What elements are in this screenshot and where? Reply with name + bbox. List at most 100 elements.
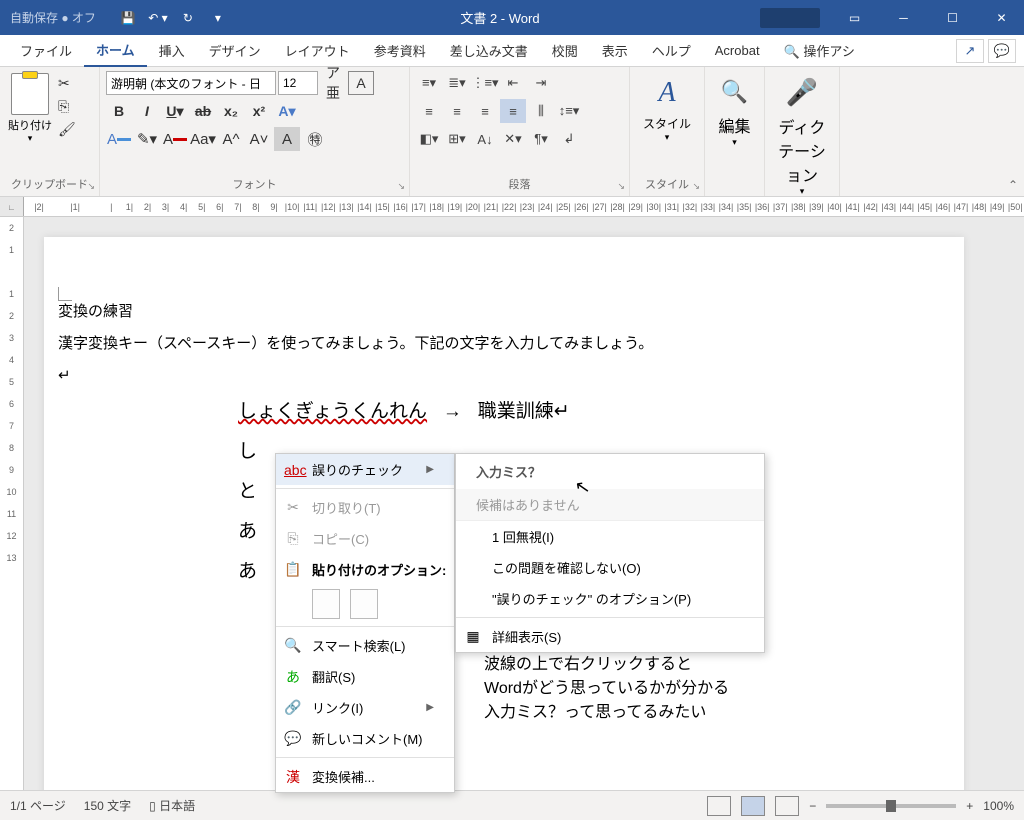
change-case-button[interactable]: Aa▾ — [190, 127, 216, 151]
tab-file[interactable]: ファイル — [8, 35, 84, 66]
minimize-button[interactable]: ─ — [881, 0, 926, 35]
tab-references[interactable]: 参考資料 — [362, 35, 438, 66]
asian-layout-button[interactable]: ✕▾ — [500, 127, 526, 151]
menu-smart-lookup[interactable]: 🔍 スマート検索(L) — [276, 630, 454, 661]
multilevel-list-button[interactable]: ⋮≡▾ — [472, 71, 498, 95]
dialog-launcher-icon[interactable]: ↘ — [87, 181, 95, 192]
align-center-button[interactable]: ≡ — [444, 99, 470, 123]
zoom-percent[interactable]: 100% — [983, 799, 1014, 813]
show-marks-button[interactable]: ¶▾ — [528, 127, 554, 151]
print-layout-button[interactable] — [741, 796, 765, 816]
menu-reconvert[interactable]: 漢 変換候補... — [276, 761, 454, 792]
close-button[interactable]: ✕ — [979, 0, 1024, 35]
tab-design[interactable]: デザイン — [197, 35, 273, 66]
font-color-button[interactable]: A — [162, 127, 188, 151]
menu-dont-check[interactable]: この問題を確認しない(O) — [456, 552, 764, 583]
highlight-color-button[interactable]: A — [106, 127, 132, 151]
dictate-label[interactable]: ディクテーション — [771, 114, 833, 186]
zoom-out-button[interactable]: − — [809, 799, 816, 813]
user-account[interactable] — [760, 8, 820, 28]
underline-button[interactable]: U ▾ — [162, 99, 188, 123]
shading-button[interactable]: ◧▾ — [416, 127, 442, 151]
line-spacing-button[interactable]: ↕≡▾ — [556, 99, 582, 123]
editing-label[interactable]: 編集 — [711, 113, 758, 137]
zoom-slider[interactable] — [826, 804, 956, 808]
menu-copy[interactable]: ⎘ コピー(C) — [276, 523, 454, 554]
comments-icon[interactable]: 💬 — [988, 39, 1016, 63]
find-icon[interactable]: 🔍 — [711, 79, 758, 105]
tab-home[interactable]: ホーム — [84, 34, 147, 68]
dialog-launcher-icon[interactable]: ↘ — [397, 181, 405, 192]
enclose-char-button[interactable]: ㊕ — [302, 127, 328, 151]
tell-me-search[interactable]: 🔍 操作アシ — [772, 35, 867, 66]
align-left-button[interactable]: ≡ — [416, 99, 442, 123]
character-shading-button[interactable]: A — [274, 127, 300, 151]
redo-icon[interactable]: ↻ — [174, 4, 202, 32]
styles-icon[interactable]: A — [636, 77, 698, 109]
pilcrow-button[interactable]: ↲ — [556, 127, 582, 151]
share-icon[interactable]: ↗ — [956, 39, 984, 63]
menu-spellcheck-options[interactable]: "誤りのチェック" のオプション(P) — [456, 583, 764, 614]
bold-button[interactable]: B — [106, 99, 132, 123]
distributed-button[interactable]: ⫼ — [528, 99, 554, 123]
justify-button[interactable]: ≡ — [500, 99, 526, 123]
menu-translate[interactable]: あ 翻訳(S) — [276, 661, 454, 692]
sort-button[interactable]: A↓ — [472, 127, 498, 151]
font-name-combo[interactable] — [106, 71, 276, 95]
italic-button[interactable]: I — [134, 99, 160, 123]
microphone-icon[interactable]: 🎤 — [771, 77, 833, 108]
status-page[interactable]: 1/1 ページ — [10, 797, 66, 814]
qat-more-icon[interactable]: ▾ — [204, 4, 232, 32]
undo-icon[interactable]: ↶ ▾ — [144, 4, 172, 32]
tab-insert[interactable]: 挿入 — [147, 35, 197, 66]
dialog-launcher-icon[interactable]: ↘ — [617, 181, 625, 192]
autosave-toggle[interactable]: 自動保存 ● オフ — [0, 9, 106, 26]
collapse-ribbon-icon[interactable]: ⌃ — [1008, 178, 1018, 192]
shrink-font-button[interactable]: A˅ — [246, 127, 272, 151]
styles-label[interactable]: スタイル — [636, 115, 698, 132]
decrease-indent-button[interactable]: ⇤ — [500, 71, 526, 95]
menu-detail-view[interactable]: ▦ 詳細表示(S) — [456, 621, 764, 652]
web-layout-button[interactable] — [775, 796, 799, 816]
copy-icon[interactable]: ⎘ — [58, 98, 76, 115]
doc-line-2[interactable]: 漢字変換キー（スペースキー）を使ってみましょう。下記の文字を入力してみましょう。 — [58, 329, 914, 359]
menu-link[interactable]: 🔗 リンク(I)▶ — [276, 692, 454, 723]
numbering-button[interactable]: ≣▾ — [444, 71, 470, 95]
wavy-underline-text[interactable]: しょくぎょうくんれん — [238, 401, 427, 422]
font-size-combo[interactable] — [278, 71, 318, 95]
font-fill-button[interactable]: ✎▾ — [134, 127, 160, 151]
increase-indent-button[interactable]: ⇥ — [528, 71, 554, 95]
grow-font-button[interactable]: A^ — [218, 127, 244, 151]
status-language[interactable]: ▯ 日本語 — [149, 797, 195, 814]
read-mode-button[interactable] — [707, 796, 731, 816]
doc-line-1[interactable]: 変換の練習 — [58, 297, 914, 327]
phonetic-guide-icon[interactable]: ア亜 — [320, 71, 346, 95]
maximize-button[interactable]: ☐ — [930, 0, 975, 35]
status-word-count[interactable]: 150 文字 — [84, 797, 131, 814]
menu-new-comment[interactable]: 💬 新しいコメント(M) — [276, 723, 454, 754]
borders-button[interactable]: ⊞▾ — [444, 127, 470, 151]
align-right-button[interactable]: ≡ — [472, 99, 498, 123]
format-painter-icon[interactable]: 🖌 — [58, 121, 76, 138]
ribbon-display-icon[interactable]: ▭ — [832, 0, 877, 35]
tab-mailings[interactable]: 差し込み文書 — [438, 35, 540, 66]
menu-spellcheck[interactable]: abc 誤りのチェック▶ — [276, 454, 454, 485]
cut-icon[interactable]: ✂ — [58, 75, 76, 92]
horizontal-ruler[interactable]: ∟ |2||1||1|2|3|4|5|6|7|8|9||10||11||12||… — [0, 197, 1024, 217]
tab-review[interactable]: 校閲 — [540, 35, 590, 66]
text-effects-button[interactable]: A▾ — [274, 99, 300, 123]
paste-keep-source-icon[interactable] — [312, 589, 340, 619]
subscript-button[interactable]: x₂ — [218, 99, 244, 123]
save-icon[interactable]: 💾 — [114, 4, 142, 32]
menu-cut[interactable]: ✂ 切り取り(T) — [276, 492, 454, 523]
vertical-ruler[interactable]: 2112345678910111213 — [0, 217, 24, 790]
paste-button[interactable]: 貼り付け ▾ — [6, 71, 54, 171]
bullets-button[interactable]: ≡▾ — [416, 71, 442, 95]
dialog-launcher-icon[interactable]: ↘ — [692, 181, 700, 192]
strikethrough-button[interactable]: ab — [190, 99, 216, 123]
tab-view[interactable]: 表示 — [590, 35, 640, 66]
zoom-in-button[interactable]: + — [966, 799, 973, 813]
enclose-characters-icon[interactable]: A — [348, 71, 374, 95]
doc-example-1[interactable]: しょくぎょうくんれん → 職業訓練↵ — [58, 393, 914, 431]
tab-layout[interactable]: レイアウト — [273, 35, 362, 66]
